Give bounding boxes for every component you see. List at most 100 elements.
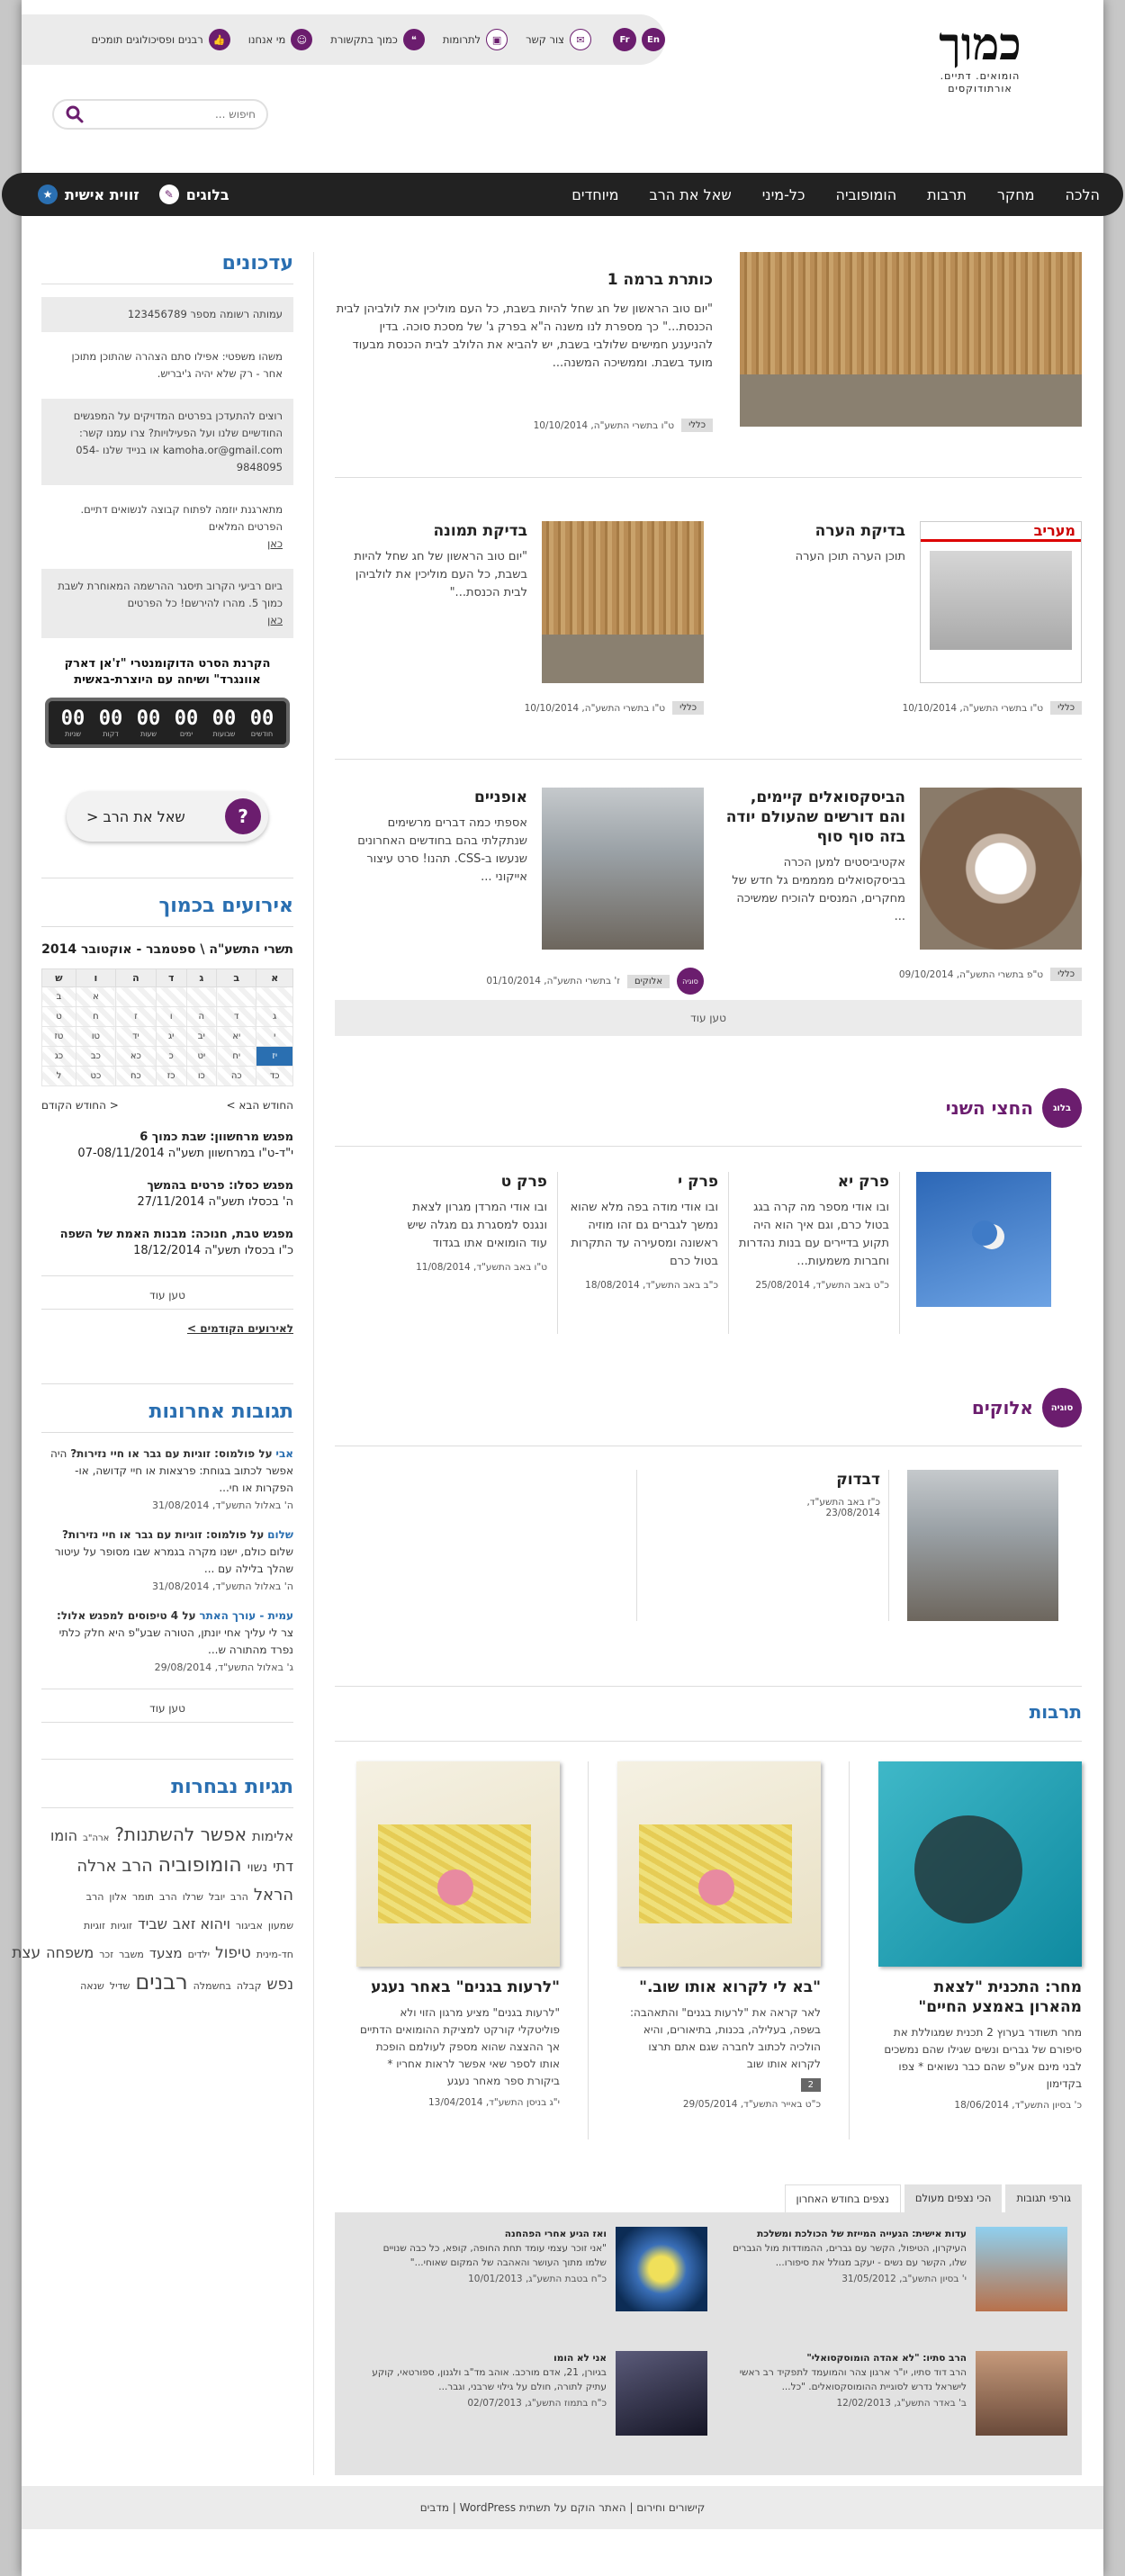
update-link[interactable]: כאן	[267, 614, 283, 626]
site-logo[interactable]: כמוך הומואים. דתיים. אורתודוקסים	[913, 18, 1048, 95]
calendar-day[interactable]: ז	[115, 1006, 157, 1027]
events-load-more-button[interactable]: טען עוד	[41, 1275, 293, 1310]
post-image[interactable]: מעריב	[920, 521, 1082, 683]
calendar-day[interactable]: כב	[75, 1046, 117, 1067]
calendar-prev-link[interactable]: < החודש הקודם	[41, 1099, 119, 1112]
calendar-day[interactable]: ח	[75, 1006, 117, 1027]
calendar-day[interactable]: כא	[115, 1046, 157, 1067]
tag-link[interactable]: שנאה	[80, 1980, 104, 1992]
posts-load-more-button[interactable]: טען עוד	[335, 1000, 1082, 1036]
sugia-title[interactable]: אלוקים	[972, 1397, 1033, 1419]
supportive-rabbis-link[interactable]: 👍 רבנים ופסיכולוגים תומכים	[91, 29, 230, 50]
search-input[interactable]	[85, 108, 256, 121]
tag-link[interactable]: נשוי	[248, 1860, 267, 1875]
calendar-day[interactable]: ט	[41, 1006, 76, 1027]
tag-link[interactable]: זוגיות	[111, 1920, 132, 1932]
calendar-day[interactable]: כד	[256, 1066, 293, 1086]
popular-item-image[interactable]	[616, 2227, 707, 2311]
tag-link[interactable]: שביד	[138, 1915, 167, 1932]
popular-item-title[interactable]: עדות אישית: הגעייה המייזת של הכולכת ומשל…	[727, 2227, 967, 2241]
post-title[interactable]: הביסקסואלים קיימים, והם דורשים שהעולם יו…	[725, 788, 905, 847]
nav-item-ask-rabbi[interactable]: שאל את הרב	[649, 186, 731, 203]
tag-link[interactable]: קבלה	[237, 1980, 262, 1992]
lang-fr-button[interactable]: Fr	[613, 28, 636, 51]
culture-post-title[interactable]: מחר: התכנית "לצאת מהארון באמצע החיים"	[878, 1977, 1082, 2017]
calendar-day[interactable]: ד	[216, 1006, 257, 1027]
culture-post-title[interactable]: "לרעות בגנים" באחר נעגע	[356, 1977, 560, 1997]
press-link[interactable]: ❝ כמוך בתקשורת	[330, 29, 425, 50]
post-image[interactable]	[920, 788, 1082, 950]
tag-link[interactable]: שרלו	[183, 1891, 203, 1903]
calendar-day[interactable]: א	[75, 986, 117, 1007]
search-icon[interactable]	[65, 104, 85, 124]
contact-link[interactable]: ✉ צור קשר	[526, 29, 591, 50]
calendar-day[interactable]: יז	[256, 1046, 293, 1067]
tag-link[interactable]: יובל	[209, 1891, 225, 1903]
tag-link[interactable]: אלימות	[252, 1828, 293, 1844]
blog-image[interactable]	[916, 1172, 1051, 1307]
calendar-day[interactable]: יח	[216, 1046, 257, 1067]
calendar-day[interactable]: כז	[155, 1066, 187, 1086]
culture-image[interactable]	[878, 1761, 1082, 1967]
calendar-day[interactable]: ל	[41, 1066, 76, 1086]
blog-post-title[interactable]: פרק י	[565, 1172, 718, 1192]
comment-item[interactable]: שלום על פולמוס: זוגיות עם גבר או חיי נזי…	[41, 1527, 293, 1595]
category-tag[interactable]: אלוקים	[626, 974, 670, 988]
calendar-day[interactable]: ה	[185, 1006, 218, 1027]
tag-link[interactable]: הרב	[159, 1891, 177, 1903]
nav-item-personal[interactable]: זווית אישית ★	[38, 185, 140, 204]
tag-link[interactable]: ילדים	[188, 1949, 210, 1960]
culture-post-title[interactable]: "בא לי לקרוא אותו שוב."	[617, 1977, 821, 1997]
tag-link[interactable]: זכר	[99, 1949, 113, 1960]
lang-en-button[interactable]: En	[642, 28, 665, 51]
calendar-day[interactable]: ו	[155, 1006, 187, 1027]
category-tag[interactable]: כללי	[672, 701, 704, 715]
comment-item[interactable]: עמית - עורך האתר על 4 טיפוסים למפגש אלול…	[41, 1608, 293, 1676]
tab-viewed-last-month[interactable]: נצפים בחודש האחרון	[784, 2184, 901, 2212]
featured-image[interactable]	[740, 252, 1082, 427]
donate-link[interactable]: ▣ לתרומות	[443, 29, 508, 50]
culture-title[interactable]: תרבות	[1030, 1701, 1082, 1723]
nav-item-culture[interactable]: תרבות	[927, 186, 967, 203]
calendar-day[interactable]: טז	[41, 1026, 76, 1047]
ask-rabbi-button[interactable]: ? שאל את הרב <	[67, 791, 268, 842]
tab-most-commented[interactable]: גורפי תגובות	[1005, 2184, 1082, 2212]
calendar-day[interactable]: יא	[216, 1026, 257, 1047]
nav-item-homophobia[interactable]: הומופוביה	[835, 186, 896, 203]
popular-item-image[interactable]	[616, 2351, 707, 2436]
tag-link[interactable]: משפחה	[46, 1944, 94, 1961]
tag-link[interactable]: תומר	[132, 1891, 154, 1903]
tag-link[interactable]: בחשמלה	[194, 1980, 231, 1992]
calendar-day[interactable]: יג	[155, 1026, 187, 1047]
event-item[interactable]: מפגש כסלו: פרטים בהמשך ה' בכסלו תשע"ה 27/…	[41, 1178, 293, 1211]
nav-item-blogs[interactable]: בלוגים ✎	[158, 185, 230, 204]
culture-image[interactable]	[617, 1761, 821, 1967]
tag-link[interactable]: ויהוא זאב	[173, 1915, 230, 1932]
post-image[interactable]	[542, 521, 704, 683]
comment-item[interactable]: אבי על פולמוס: זוגיות עם גבר או חיי נזיר…	[41, 1446, 293, 1514]
calendar-day[interactable]: י	[256, 1026, 293, 1047]
calendar-next-link[interactable]: החודש הבא >	[227, 1099, 293, 1112]
blog-post-title[interactable]: פרק ט	[394, 1172, 547, 1192]
calendar-day[interactable]: כ	[155, 1046, 187, 1067]
calendar-day[interactable]: כח	[115, 1066, 157, 1086]
post-title[interactable]: בדיקת תמונה	[347, 521, 527, 541]
previous-events-link[interactable]: לאירועים הקודמים >	[41, 1322, 293, 1335]
category-tag[interactable]: כללי	[681, 419, 713, 432]
nav-item-halacha[interactable]: הלכה	[1066, 186, 1100, 203]
tag-link[interactable]: אפשר להשתנות?	[114, 1824, 247, 1845]
calendar-day[interactable]: יט	[185, 1046, 218, 1067]
tag-link[interactable]: משבר	[119, 1949, 144, 1960]
popular-item-title[interactable]: ואז הגיע אחרי הפהחנה	[367, 2227, 607, 2241]
category-tag[interactable]: כללי	[1050, 968, 1082, 981]
tag-link[interactable]: רבנים	[135, 1969, 187, 1995]
tag-link[interactable]: אביגור	[236, 1920, 263, 1932]
calendar-day[interactable]: כט	[75, 1066, 117, 1086]
blog-post-title[interactable]: פרק יא	[736, 1172, 889, 1192]
tab-most-viewed[interactable]: הכי נצפים מעולם	[904, 2184, 1003, 2212]
tag-link[interactable]: הרב	[230, 1891, 248, 1903]
post-image[interactable]	[542, 788, 704, 950]
tag-link[interactable]: הרב	[122, 1856, 153, 1876]
featured-title[interactable]: כותרת ברמה 1	[335, 270, 713, 290]
blog-title[interactable]: החצי השני	[946, 1097, 1033, 1119]
